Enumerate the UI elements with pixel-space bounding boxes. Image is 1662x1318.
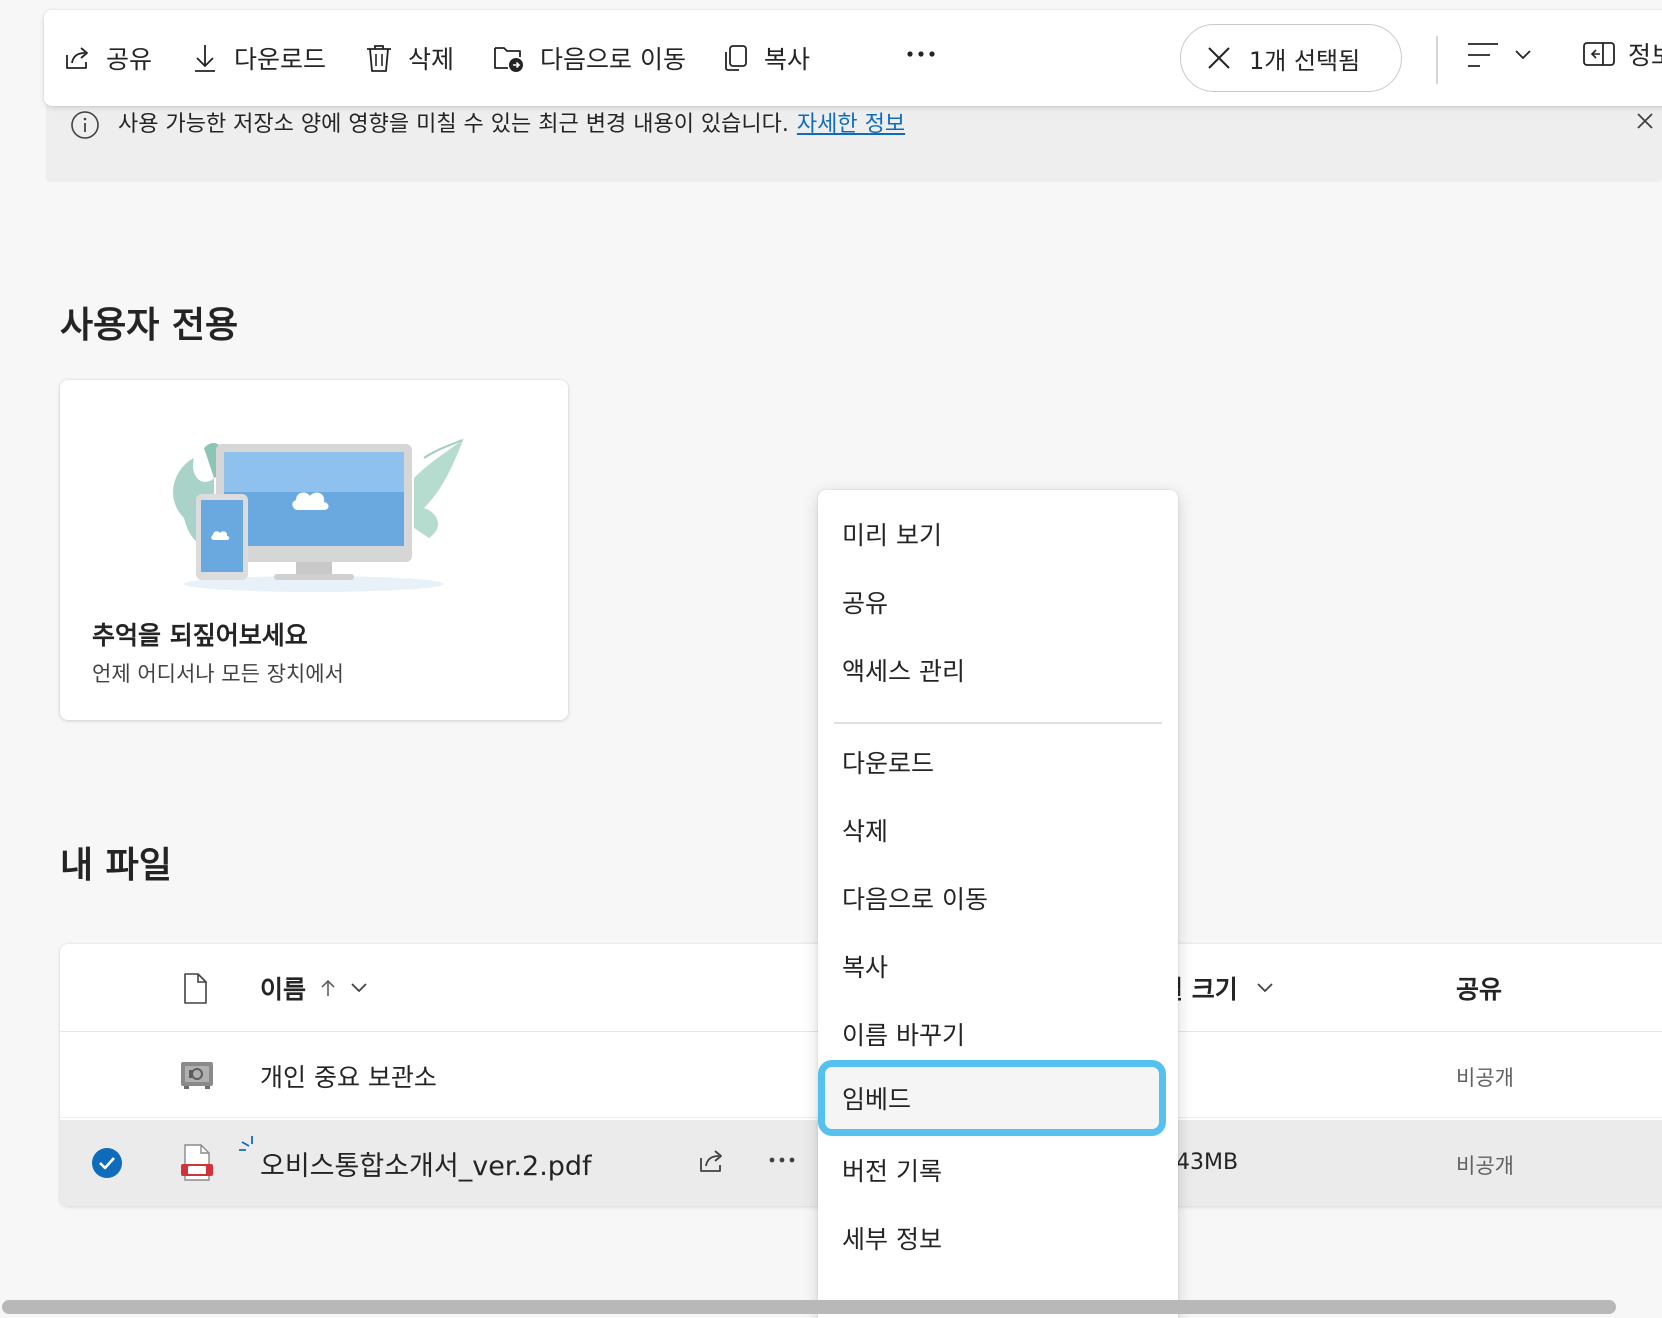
promo-title: 추억을 되짚어보세요 [92,621,308,650]
menu-item-copy[interactable]: 복사 [818,932,1178,1000]
delete-button[interactable]: 삭제 [364,38,454,78]
share-icon[interactable] [696,1146,726,1176]
folder-move-icon [492,42,526,74]
close-icon[interactable] [1636,112,1654,130]
menu-item-move-to[interactable]: 다음으로 이동 [818,864,1178,932]
more-options-icon[interactable] [768,1156,796,1164]
learn-more-link[interactable]: 자세한 정보 [797,112,905,137]
horizontal-scrollbar[interactable] [0,1294,1662,1318]
copy-icon [720,43,750,73]
info-banner: 사용 가능한 저장소 양에 영향을 미칠 수 있는 최근 변경 내용이 있습니다… [46,96,1662,182]
toolbar-divider [1436,36,1438,84]
chevron-down-icon [350,982,368,994]
sharing-status: 비공개 [1456,1066,1514,1090]
section-title-personal: 사용자 전용 [60,305,239,346]
menu-item-preview[interactable]: 미리 보기 [818,500,1178,568]
copy-button[interactable]: 복사 [720,38,810,78]
sort-lines-icon [1466,40,1500,70]
copy-label: 복사 [764,45,811,74]
new-file-sparkle-icon [238,1134,260,1154]
trash-icon [364,42,394,74]
column-header-name[interactable]: 이름 [260,970,368,1006]
menu-item-manage-access[interactable]: 액세스 관리 [818,636,1178,704]
share-label: 공유 [106,45,153,74]
sort-ascending-icon [320,978,336,998]
download-label: 다운로드 [234,45,327,74]
column-name-label: 이름 [260,975,307,1004]
file-context-menu: 미리 보기 공유 액세스 관리 다운로드 삭제 다음으로 이동 복사 이름 바꾸… [818,490,1178,1318]
column-header-sharing[interactable]: 공유 [1456,970,1502,1006]
details-pane-icon [1582,39,1616,69]
clear-selection-button[interactable]: 1개 선택됨 [1180,24,1402,92]
file-name[interactable]: 개인 중요 보관소 [260,1058,437,1094]
scrollbar-thumb[interactable] [2,1300,1616,1314]
download-button[interactable]: 다운로드 [190,38,326,78]
vault-icon [178,1054,216,1094]
menu-separator [834,722,1162,724]
memories-promo-card[interactable]: 추억을 되짚어보세요 언제 어디서나 모든 장치에서 [60,380,568,720]
delete-label: 삭제 [408,45,455,74]
section-title-my-files: 내 파일 [60,845,172,886]
menu-item-download[interactable]: 다운로드 [818,728,1178,796]
menu-item-embed[interactable]: 임베드 [818,1060,1166,1136]
details-pane-button[interactable]: 정보 [1582,36,1662,72]
info-icon [70,110,100,140]
file-size: 43MB [1176,1150,1239,1175]
move-to-button[interactable]: 다음으로 이동 [492,38,686,78]
banner-message: 사용 가능한 저장소 양에 영향을 미칠 수 있는 최근 변경 내용이 있습니다… [118,112,789,137]
selected-count-label: 1개 선택됨 [1249,46,1361,75]
command-bar: 공유 다운로드 삭제 다음으로 이동 복사 1개 선택됨 정 [44,10,1662,106]
devices-illustration [144,418,484,598]
promo-subtitle: 언제 어디서나 모든 장치에서 [92,662,344,686]
menu-item-rename[interactable]: 이름 바꾸기 [818,1000,1178,1068]
view-options-button[interactable] [1466,40,1532,70]
menu-item-details[interactable]: 세부 정보 [818,1204,1178,1272]
chevron-down-icon [1256,982,1274,994]
menu-item-version-history[interactable]: 버전 기록 [818,1136,1178,1204]
checkmark-circle-icon[interactable] [90,1146,124,1180]
download-icon [190,42,220,74]
file-name[interactable]: 오비스통합소개서_ver.2.pdf [260,1144,592,1183]
details-pane-label: 정보 [1628,41,1662,70]
file-type-icon [182,972,208,1006]
close-icon [1207,46,1231,70]
menu-item-share[interactable]: 공유 [818,568,1178,636]
chevron-down-icon [1514,49,1532,61]
share-button[interactable]: 공유 [62,38,152,78]
move-to-label: 다음으로 이동 [540,45,686,74]
sharing-status: 비공개 [1456,1154,1514,1178]
more-options-icon[interactable] [906,50,936,58]
menu-item-delete[interactable]: 삭제 [818,796,1178,864]
banner-message-row: 사용 가능한 저장소 양에 영향을 미칠 수 있는 최근 변경 내용이 있습니다… [118,110,905,140]
pdf-file-icon [178,1142,216,1184]
share-icon [62,43,92,73]
